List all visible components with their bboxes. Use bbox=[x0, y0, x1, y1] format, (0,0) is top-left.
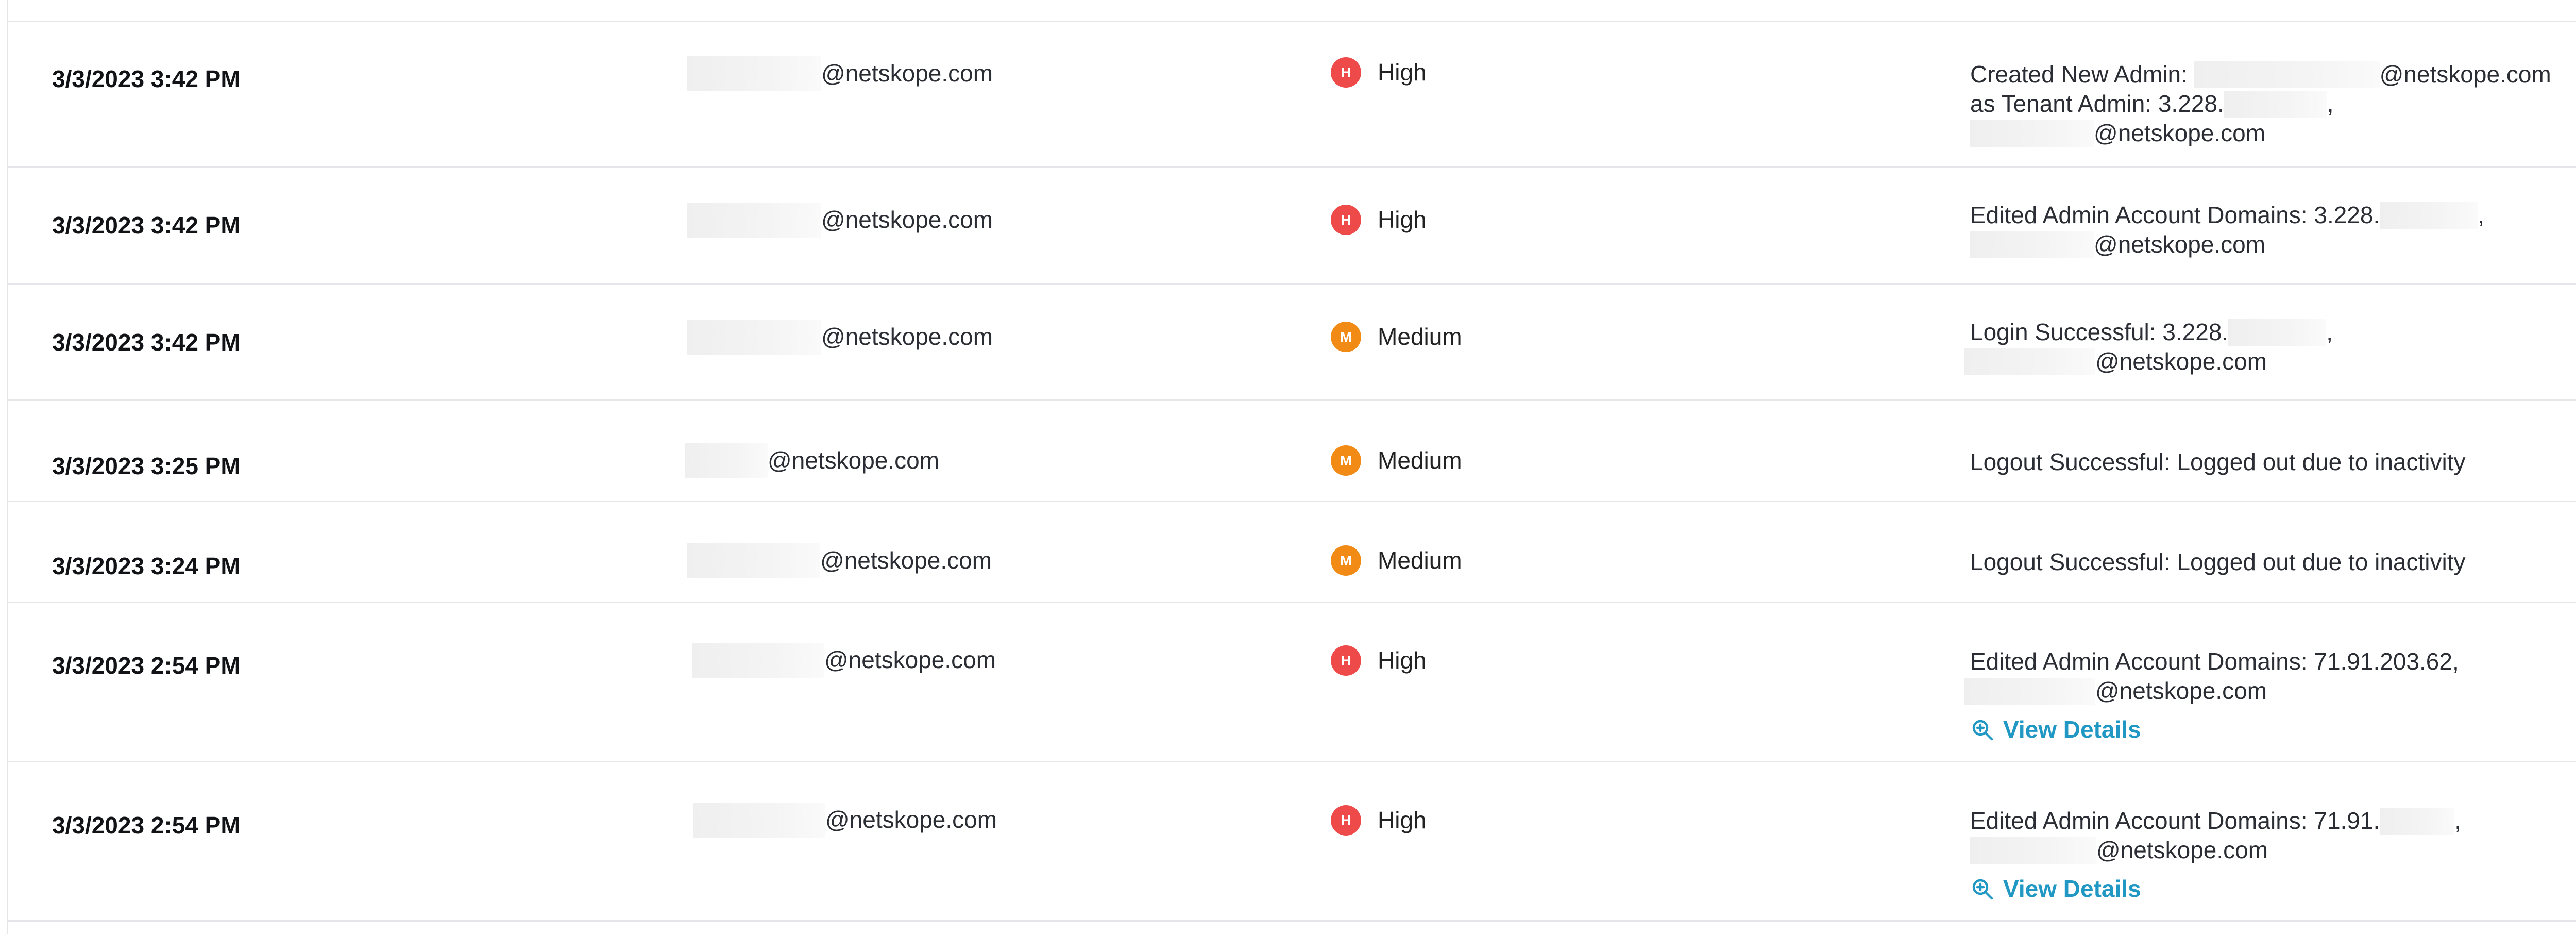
details-cell: Logout Successful: Logged out due to ina… bbox=[1970, 447, 2576, 477]
time-cell: 3/3/2023 3:24 PM bbox=[52, 553, 241, 579]
severity-cell: H High bbox=[1331, 205, 1427, 235]
details-line: Logout Successful: Logged out due to ina… bbox=[1970, 548, 2466, 575]
redacted-value bbox=[2228, 319, 2327, 346]
details-line: @netskope.com bbox=[1964, 347, 2576, 376]
details-line: as Tenant Admin: 3.228., bbox=[1970, 90, 2334, 118]
user-email-cell: @netskope.com bbox=[687, 56, 993, 91]
time-cell: 3/3/2023 2:54 PM bbox=[52, 812, 241, 839]
zoom-in-icon bbox=[1972, 879, 1993, 899]
medium-severity-badge: M bbox=[1331, 445, 1361, 476]
details-line: @netskope.com bbox=[1970, 836, 2576, 865]
details-cell: Created New Admin: @netskope.com as Tena… bbox=[1970, 60, 2576, 148]
redacted-username bbox=[685, 443, 768, 478]
details-cell: Login Successful: 3.228., @netskope.com bbox=[1964, 318, 2576, 376]
details-line: @netskope.com bbox=[1964, 676, 2576, 706]
table-row: 3/3/2023 3:25 PM @netskope.com M Medium … bbox=[8, 401, 2576, 502]
redacted-value bbox=[2380, 807, 2455, 835]
high-severity-badge: H bbox=[1331, 645, 1361, 676]
time-cell: 3/3/2023 3:25 PM bbox=[52, 453, 241, 479]
high-severity-badge: H bbox=[1331, 57, 1361, 88]
details-line: Login Successful: 3.228., bbox=[1970, 319, 2333, 346]
redacted-username bbox=[687, 543, 820, 578]
view-details-link[interactable]: View Details bbox=[1970, 715, 2141, 744]
time-cell: 3/3/2023 3:42 PM bbox=[52, 65, 241, 92]
table-row: 3/3/2023 3:42 PM @netskope.com H High Ed… bbox=[8, 168, 2576, 285]
severity-cell: H High bbox=[1331, 805, 1427, 836]
redacted-value bbox=[2224, 90, 2327, 118]
details-line: Created New Admin: @netskope.com bbox=[1970, 61, 2551, 88]
redacted-value bbox=[1964, 348, 2095, 375]
medium-severity-badge: M bbox=[1331, 322, 1361, 352]
admin-audit-log-table: 3/3/2023 3:42 PM @netskope.com H High Cr… bbox=[7, 0, 2576, 934]
details-line: Edited Admin Account Domains: 71.91., bbox=[1970, 807, 2462, 835]
severity-cell: H High bbox=[1331, 57, 1427, 88]
details-line: Logout Successful: Logged out due to ina… bbox=[1970, 448, 2466, 475]
redacted-username bbox=[692, 642, 824, 678]
time-cell: 3/3/2023 3:42 PM bbox=[52, 329, 241, 356]
table-row: 3/3/2023 3:42 PM @netskope.com M Medium … bbox=[8, 285, 2576, 401]
details-line: @netskope.com bbox=[1970, 119, 2576, 148]
table-row: 3/3/2023 3:24 PM @netskope.com M Medium … bbox=[8, 502, 2576, 603]
details-cell: Edited Admin Account Domains: 71.91.203.… bbox=[1964, 647, 2576, 749]
severity-label: Medium bbox=[1378, 323, 1462, 350]
view-details-label: View Details bbox=[2003, 875, 2141, 902]
severity-label: Medium bbox=[1378, 547, 1462, 574]
redacted-value bbox=[2194, 61, 2380, 88]
details-line: Edited Admin Account Domains: 3.228., bbox=[1970, 202, 2485, 229]
view-details-link[interactable]: View Details bbox=[1970, 874, 2141, 904]
redacted-value bbox=[1970, 231, 2094, 258]
user-email-cell: @netskope.com bbox=[687, 802, 997, 838]
redacted-value bbox=[2380, 202, 2478, 229]
details-line: Edited Admin Account Domains: 71.91.203.… bbox=[1970, 648, 2459, 675]
redacted-value bbox=[1970, 837, 2096, 864]
severity-label: High bbox=[1378, 647, 1427, 674]
details-cell: Edited Admin Account Domains: 71.91., @n… bbox=[1970, 806, 2576, 908]
medium-severity-badge: M bbox=[1331, 545, 1361, 576]
user-email-cell: @netskope.com bbox=[687, 642, 996, 678]
severity-label: High bbox=[1378, 206, 1427, 233]
severity-cell: M Medium bbox=[1331, 445, 1462, 476]
severity-cell: M Medium bbox=[1331, 545, 1462, 576]
time-cell: 3/3/2023 3:42 PM bbox=[52, 212, 241, 239]
severity-cell: H High bbox=[1331, 645, 1427, 676]
high-severity-badge: H bbox=[1331, 805, 1361, 836]
table-row: 3/3/2023 2:54 PM @netskope.com H High Ed… bbox=[8, 603, 2576, 762]
redacted-username bbox=[687, 202, 821, 238]
user-email-cell: @netskope.com bbox=[685, 443, 939, 478]
details-cell: Logout Successful: Logged out due to ina… bbox=[1970, 547, 2576, 577]
time-cell: 3/3/2023 2:54 PM bbox=[52, 652, 241, 679]
severity-label: Medium bbox=[1378, 447, 1462, 474]
view-details-label: View Details bbox=[2003, 716, 2141, 743]
redacted-value bbox=[1970, 120, 2094, 147]
user-email-cell: @netskope.com bbox=[687, 319, 993, 355]
details-cell: Edited Admin Account Domains: 3.228., @n… bbox=[1970, 201, 2576, 259]
redacted-username bbox=[687, 56, 821, 91]
redacted-username bbox=[687, 319, 821, 355]
redacted-value bbox=[1964, 677, 2095, 705]
severity-cell: M Medium bbox=[1331, 322, 1462, 352]
user-email-cell: @netskope.com bbox=[687, 543, 992, 578]
redacted-username bbox=[693, 802, 825, 838]
severity-label: High bbox=[1378, 807, 1427, 833]
high-severity-badge: H bbox=[1331, 205, 1361, 235]
user-email-cell: @netskope.com bbox=[687, 202, 993, 238]
table-row: 3/3/2023 3:42 PM @netskope.com H High Cr… bbox=[8, 22, 2576, 168]
details-line: @netskope.com bbox=[1970, 230, 2576, 259]
table-row: 3/3/2023 2:54 PM @netskope.com H High Ed… bbox=[8, 762, 2576, 922]
zoom-in-icon bbox=[1972, 720, 1993, 740]
severity-label: High bbox=[1378, 59, 1427, 86]
